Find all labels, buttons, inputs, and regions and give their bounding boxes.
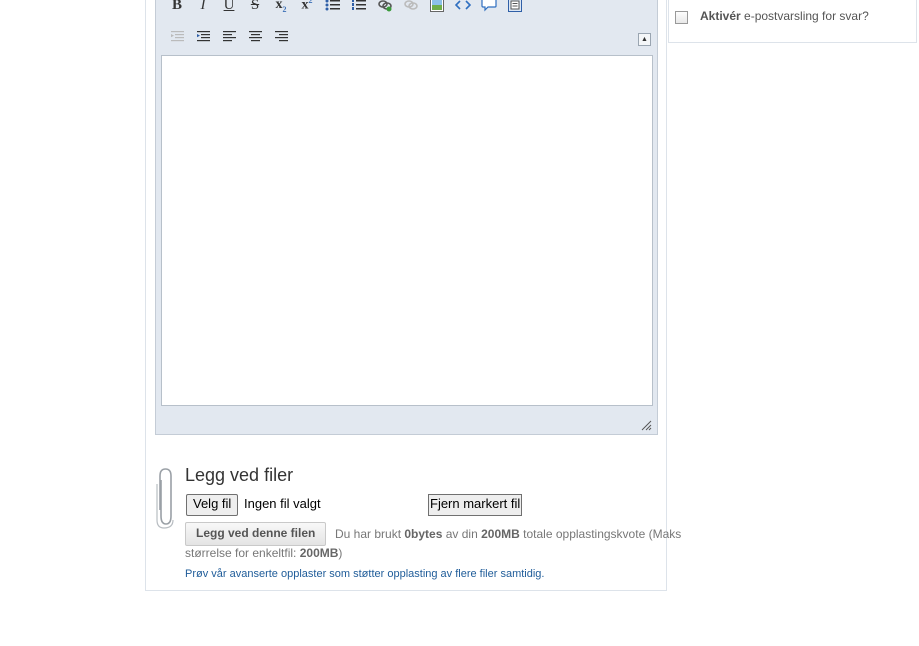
image-icon xyxy=(430,0,444,12)
quota-mid: av din xyxy=(445,527,478,541)
quota-close: ) xyxy=(338,546,343,560)
align-left-icon xyxy=(223,31,236,42)
unlink-icon xyxy=(404,0,418,10)
email-notify-label-rest: e-postvarsling for svar? xyxy=(740,9,869,23)
paste-button[interactable] xyxy=(502,0,528,16)
subscript-button[interactable]: x2 xyxy=(268,0,294,16)
subscript-icon: x2 xyxy=(275,0,287,14)
advanced-uploader-link[interactable]: Prøv vår avanserte opplaster som støtter… xyxy=(185,568,544,580)
attachments-title: Legg ved filer xyxy=(185,465,294,485)
align-center-button[interactable] xyxy=(243,26,269,48)
bullet-list-button[interactable] xyxy=(320,0,346,16)
quota-prefix: Du har brukt xyxy=(335,527,402,541)
choose-file-button[interactable]: Velg fil xyxy=(186,494,239,516)
numbered-list-button[interactable] xyxy=(346,0,372,16)
align-right-button[interactable] xyxy=(269,26,295,48)
indent-button[interactable] xyxy=(191,26,217,48)
quote-button[interactable] xyxy=(476,0,502,16)
indent-icon xyxy=(197,31,210,42)
outdent-button[interactable] xyxy=(165,26,191,48)
align-left-button[interactable] xyxy=(217,26,243,48)
outdent-icon xyxy=(171,31,184,42)
attachments-section: Legg ved filer Velg fil Ingen fil valgt … xyxy=(155,462,715,592)
quota-used: 0bytes xyxy=(404,527,443,541)
insert-link-button[interactable] xyxy=(372,0,398,16)
remove-selected-file-button[interactable]: Fjern markert fil xyxy=(428,494,523,516)
italic-icon: I xyxy=(200,0,206,13)
quota-max-file: 200MB xyxy=(299,546,339,560)
bold-icon: B xyxy=(171,0,182,13)
editor-toolbar-row-1: B I U S x2 x2 xyxy=(164,0,528,17)
quota-total: 200MB xyxy=(481,527,520,541)
resize-handle-icon[interactable] xyxy=(640,419,652,431)
align-center-icon xyxy=(249,31,262,42)
underline-button[interactable]: U xyxy=(216,0,242,16)
remove-link-button[interactable] xyxy=(398,0,424,16)
rich-text-editor: B I U S x2 x2 ▲ xyxy=(155,0,658,435)
strikethrough-button[interactable]: S xyxy=(242,0,268,16)
no-file-selected-label: Ingen fil valgt xyxy=(244,496,321,511)
align-right-icon xyxy=(275,31,288,42)
numbered-list-icon xyxy=(352,0,366,10)
editor-text-area[interactable] xyxy=(161,55,653,406)
code-icon xyxy=(455,0,471,10)
email-notify-checkbox[interactable] xyxy=(675,11,688,24)
bullet-list-icon xyxy=(325,0,340,11)
bold-button[interactable]: B xyxy=(164,0,190,16)
underline-icon: U xyxy=(223,0,235,13)
editor-toolbar-row-2 xyxy=(165,25,295,49)
toolbar-collapse-button[interactable]: ▲ xyxy=(638,33,651,46)
speech-bubble-icon xyxy=(481,0,497,12)
superscript-button[interactable]: x2 xyxy=(294,0,320,16)
upload-quota-text: Du har brukt 0bytes av din 200MB totale … xyxy=(185,525,690,563)
superscript-icon: x2 xyxy=(301,0,313,13)
triangle-up-icon: ▲ xyxy=(641,36,648,43)
link-icon xyxy=(378,0,392,12)
italic-button[interactable]: I xyxy=(190,0,216,16)
code-button[interactable] xyxy=(450,0,476,16)
email-notify-label: Aktivér e-postvarsling for svar? xyxy=(700,9,869,23)
paste-icon xyxy=(508,0,522,12)
insert-image-button[interactable] xyxy=(424,0,450,16)
email-notify-label-bold: Aktivér xyxy=(700,9,741,23)
strikethrough-icon: S xyxy=(250,0,260,13)
paperclip-icon xyxy=(156,468,174,529)
